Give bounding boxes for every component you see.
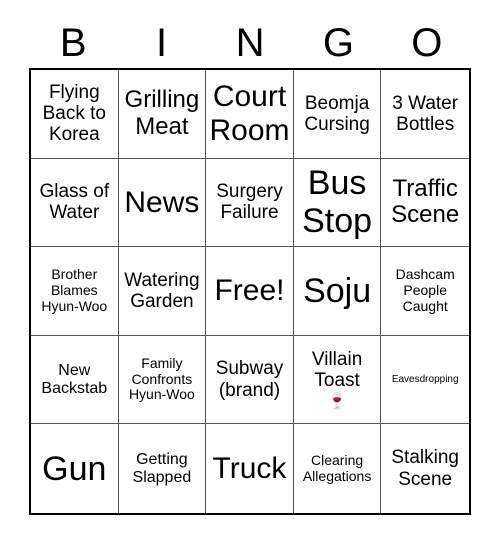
bingo-cell-label: Free! [214,274,285,308]
bingo-header: B I N G O [29,18,471,68]
bingo-cell-free[interactable]: Free! [206,247,294,336]
bingo-cell[interactable]: Villain Toast 🍷 [293,335,382,425]
bingo-cell[interactable]: Getting Slapped [118,424,207,513]
bingo-cell-label: Glass of Water [39,181,110,224]
bingo-cell[interactable]: Glass of Water [31,158,119,248]
bingo-cell[interactable]: News [118,158,207,248]
bingo-cell-label: Getting Slapped [132,450,192,486]
header-letter-n: N [235,21,265,65]
bingo-cell-label: Brother Blames Hyun-Woo [41,266,108,314]
bingo-cell-label: Dashcam People Caught [395,266,455,314]
bingo-cell[interactable]: Family Confronts Hyun-Woo [118,335,207,425]
bingo-cell-label: Traffic Scene [391,174,460,229]
bingo-cell-label: Truck [212,451,287,485]
bingo-cell-label: Bus Stop [302,164,373,241]
bingo-cell[interactable]: New Backstab [31,335,119,425]
bingo-cell[interactable]: Court Room [206,70,294,159]
bingo-cell[interactable]: Surgery Failure [206,158,294,248]
bingo-cell[interactable]: Watering Garden [118,247,207,336]
bingo-cell[interactable]: Stalking Scene [381,424,469,513]
bingo-cell-label: New Backstab [41,361,108,397]
bingo-cell-label: Subway (brand) [215,358,284,401]
bingo-cell-label: Surgery Failure [216,181,283,224]
header-letter-o: O [411,21,443,65]
bingo-cell-label: Watering Garden [124,269,200,312]
bingo-cell-label: 3 Water Bottles [392,92,459,135]
header-letter-b: B [59,21,87,65]
bingo-cell-label: News [124,185,200,219]
bingo-card: B I N G O Flying Back to Korea Grilling M… [0,0,500,544]
bingo-cell[interactable]: Gun [31,424,119,513]
bingo-cell-label: Grilling Meat [124,85,200,140]
bingo-cell[interactable]: Subway (brand) [206,335,294,425]
header-letter-i: I [156,21,168,65]
bingo-cell[interactable]: Flying Back to Korea [31,70,119,159]
bingo-cell-label: Clearing Allegations [302,452,372,484]
bingo-cell-label: Family Confronts Hyun-Woo [128,355,195,403]
header-letter-g: G [322,21,354,65]
bingo-cell-label: Eavesdropping [391,374,459,385]
bingo-cell[interactable]: 3 Water Bottles [381,70,469,159]
bingo-cell[interactable]: Beomja Cursing [293,70,382,159]
bingo-cell[interactable]: Traffic Scene [381,158,469,248]
bingo-grid: Flying Back to Korea Grilling Meat Court R… [29,68,471,515]
bingo-cell[interactable]: Truck [206,424,294,513]
bingo-cell[interactable]: Bus Stop [293,158,382,248]
bingo-cell[interactable]: Eavesdropping [381,335,469,425]
wine-glass-icon: 🍷 [327,392,348,410]
bingo-cell-label: Flying Back to Korea [42,81,106,146]
bingo-cell-label: Soju [303,271,372,310]
bingo-cell-label: Court Room [209,80,290,147]
bingo-cell-label: Villain Toast [311,349,363,392]
bingo-cell-label: Stalking Scene [391,447,459,490]
bingo-cell-label: Beomja Cursing [304,92,370,135]
bingo-cell[interactable]: Brother Blames Hyun-Woo [31,247,119,336]
bingo-cell[interactable]: Soju [293,247,382,336]
bingo-cell[interactable]: Grilling Meat [118,70,207,159]
bingo-cell[interactable]: Clearing Allegations [293,424,382,513]
bingo-cell[interactable]: Dashcam People Caught [381,247,469,336]
bingo-cell-label: Gun [42,449,107,488]
